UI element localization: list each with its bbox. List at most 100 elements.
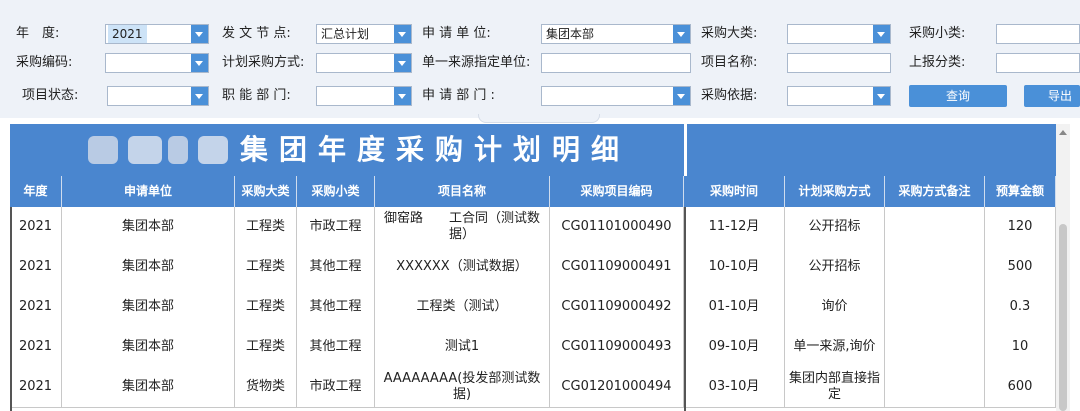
table-row[interactable]: 2021 集团本部 工程类 其他工程 XXXXXX（测试数据） CG01109000491… bbox=[10, 247, 1056, 288]
year-value: 2021 bbox=[108, 25, 147, 43]
report-category-select[interactable] bbox=[996, 53, 1080, 73]
filter-panel: 年 度: 2021 发 文 节 点: 汇总计划 申 请 单 位: 集团本部 采购… bbox=[0, 0, 1080, 118]
year-select[interactable]: 2021 bbox=[105, 24, 209, 44]
col-category-cell: 工程类 bbox=[235, 207, 297, 247]
cell-text: 市政工程 bbox=[309, 379, 362, 394]
cell-text: 集团本部 bbox=[121, 259, 174, 274]
collapse-handle[interactable] bbox=[478, 114, 600, 123]
cell-text: 工程类 bbox=[245, 299, 285, 314]
chevron-down-icon[interactable] bbox=[191, 54, 208, 72]
cell-text: 集团本部 bbox=[121, 379, 174, 394]
col-category-cell: 工程类 bbox=[235, 287, 297, 327]
cell-text: 集团本部 bbox=[121, 219, 174, 234]
single-source-input[interactable] bbox=[541, 53, 691, 73]
col-category-header[interactable]: 采购大类 bbox=[235, 176, 297, 207]
scrollbar-thumb[interactable] bbox=[1059, 224, 1067, 411]
chevron-down-icon[interactable] bbox=[191, 25, 208, 43]
chevron-down-icon[interactable] bbox=[673, 87, 690, 105]
status-select[interactable] bbox=[107, 86, 209, 106]
code-select[interactable] bbox=[105, 53, 209, 73]
redacted-logo bbox=[198, 136, 228, 164]
chevron-down-icon[interactable] bbox=[191, 87, 208, 105]
query-button[interactable]: 查询 bbox=[909, 85, 1007, 107]
chevron-down-icon[interactable] bbox=[394, 87, 411, 105]
col-applicant-cell: 集团本部 bbox=[62, 327, 235, 367]
node-label: 发 文 节 点: bbox=[222, 26, 291, 41]
col-applicant-cell: 集团本部 bbox=[62, 207, 235, 247]
scroll-up-icon[interactable] bbox=[1059, 130, 1067, 135]
redacted-logo bbox=[128, 136, 162, 164]
cell-text: 0.3 bbox=[1009, 299, 1031, 314]
col-subcategory-header[interactable]: 采购小类 bbox=[297, 176, 375, 207]
export-button[interactable]: 导出 bbox=[1024, 85, 1080, 107]
cell-text: CG01201000494 bbox=[561, 379, 672, 394]
col-applicant-cell: 集团本部 bbox=[62, 247, 235, 287]
cell-text: 2021 bbox=[18, 299, 53, 314]
col-applicant-header[interactable]: 申请单位 bbox=[62, 176, 235, 207]
table-row[interactable]: 2021 集团本部 货物类 市政工程 AAAAAAAA(投发部测试数据) CG012010… bbox=[10, 367, 1056, 408]
col-method-cell: 单一来源,询价 bbox=[785, 327, 885, 367]
category-select[interactable] bbox=[787, 24, 891, 44]
chevron-down-icon[interactable] bbox=[394, 25, 411, 43]
col-method-cell: 公开招标 bbox=[785, 247, 885, 287]
department-select[interactable] bbox=[316, 86, 412, 106]
cell-text: 120 bbox=[1007, 219, 1033, 234]
cell-text: 工程类 bbox=[245, 339, 285, 354]
apply-department-select[interactable] bbox=[541, 86, 691, 106]
table-row[interactable]: 2021 集团本部 工程类 其他工程 测试1 CG01109000493 09-10月 单一来… bbox=[10, 327, 1056, 368]
vertical-scrollbar[interactable] bbox=[1056, 124, 1070, 411]
chevron-down-icon[interactable] bbox=[673, 25, 690, 43]
table-row[interactable]: 2021 集团本部 工程类 市政工程 御窑路 工合同（测试数据） CG0110100049… bbox=[10, 207, 1056, 248]
applicant-select[interactable]: 集团本部 bbox=[541, 24, 691, 44]
col-time-cell: 03-10月 bbox=[684, 367, 785, 407]
code-label: 采购编码: bbox=[16, 55, 73, 70]
chevron-down-icon[interactable] bbox=[873, 87, 890, 105]
col-subcategory-cell: 其他工程 bbox=[297, 287, 375, 327]
col-year-header[interactable]: 年度 bbox=[10, 176, 62, 207]
single-source-label: 单一来源指定单位: bbox=[422, 55, 531, 70]
cell-text: 御窑路 工合同（测试数据） bbox=[383, 211, 540, 242]
cell-text: 2021 bbox=[18, 339, 53, 354]
cell-text: 市政工程 bbox=[309, 219, 362, 234]
chevron-down-icon[interactable] bbox=[394, 54, 411, 72]
redacted-logo bbox=[88, 136, 118, 164]
col-method-note-header[interactable]: 采购方式备注 bbox=[885, 176, 985, 207]
cell-text: 货物类 bbox=[245, 379, 285, 394]
col-year-cell: 2021 bbox=[10, 327, 62, 367]
col-project-name-header[interactable]: 项目名称 bbox=[375, 176, 550, 207]
col-budget-header[interactable]: 预算金额 bbox=[985, 176, 1056, 207]
node-select[interactable]: 汇总计划 bbox=[316, 24, 412, 44]
col-method-header[interactable]: 计划采购方式 bbox=[785, 176, 885, 207]
table-row[interactable]: 2021 集团本部 工程类 其他工程 工程类（测试） CG01109000492 01-10… bbox=[10, 287, 1056, 328]
cell-text: 其他工程 bbox=[309, 299, 362, 314]
col-method-cell: 集团内部直接指定 bbox=[785, 367, 885, 407]
col-method-note-cell bbox=[885, 287, 985, 327]
cell-text: 集团内部直接指定 bbox=[788, 371, 880, 402]
col-budget-cell: 0.3 bbox=[985, 287, 1056, 327]
cell-text: 2021 bbox=[18, 219, 53, 234]
col-project-code-header[interactable]: 采购项目编码 bbox=[550, 176, 684, 207]
col-budget-cell: 500 bbox=[985, 247, 1056, 287]
col-project-name-cell: AAAAAAAA(投发部测试数据) bbox=[375, 367, 550, 407]
cell-text: XXXXXX（测试数据） bbox=[396, 259, 528, 274]
apply-department-label: 申 请 部 门 : bbox=[422, 88, 495, 103]
cell-text: CG01109000491 bbox=[561, 259, 672, 274]
col-budget-cell: 120 bbox=[985, 207, 1056, 247]
cell-text: CG01101000490 bbox=[561, 219, 672, 234]
col-category-cell: 工程类 bbox=[235, 327, 297, 367]
project-name-input[interactable] bbox=[787, 53, 891, 73]
col-time-cell: 09-10月 bbox=[684, 327, 785, 367]
col-time-header[interactable]: 采购时间 bbox=[684, 176, 785, 207]
subcategory-select[interactable] bbox=[996, 24, 1080, 44]
report-category-label: 上报分类: bbox=[909, 55, 966, 70]
basis-select[interactable] bbox=[787, 86, 891, 106]
cell-text: 600 bbox=[1007, 379, 1033, 394]
method-select[interactable] bbox=[316, 53, 412, 73]
cell-text: CG01109000492 bbox=[561, 299, 672, 314]
col-category-cell: 工程类 bbox=[235, 247, 297, 287]
data-grid: 集团年度采购计划明细 年度 申请单位 采购大类 采购小类 项目名称 采购项目编码 采购时间计… bbox=[10, 124, 1056, 411]
chevron-down-icon[interactable] bbox=[873, 25, 890, 43]
applicant-label: 申 请 单 位: bbox=[422, 26, 491, 41]
col-project-code-cell: CG01109000493 bbox=[550, 327, 684, 367]
cell-text: 01-10月 bbox=[708, 299, 760, 314]
